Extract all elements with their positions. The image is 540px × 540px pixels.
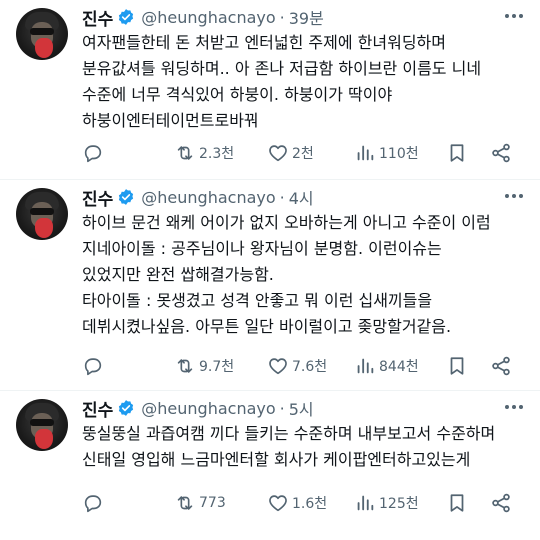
more-icon[interactable] — [502, 397, 526, 417]
verified-badge-icon — [119, 400, 134, 416]
like-button[interactable]: 2천 — [267, 141, 314, 165]
reply-button[interactable] — [82, 354, 107, 378]
action-bar: 2.3천 2천 110천 — [82, 141, 522, 165]
separator-dot: · — [279, 187, 285, 207]
retweet-button[interactable]: 9.7천 — [174, 354, 234, 378]
views-icon — [357, 495, 374, 511]
retweet-icon — [177, 359, 193, 373]
heart-icon — [269, 358, 287, 375]
tweet-feed: 진수 @heunghacnayo · 39분 여자팬들한테 돈 처받고 엔터넓힌… — [0, 0, 540, 540]
handle[interactable]: @heunghacnayo — [141, 399, 275, 418]
tweet-text: 뚱실뚱실 과즙여캠 끼다 들키는 수준하며 내부보고서 수준하며 신태일 영입해… — [82, 424, 496, 469]
reply-button[interactable] — [82, 141, 107, 165]
retweet-button[interactable]: 773 — [174, 491, 226, 515]
tweet[interactable]: 진수 @heunghacnayo · 4시 하이브 문건 왜케 어이가 없지 오… — [0, 180, 540, 391]
bookmark-icon — [450, 144, 464, 162]
bookmark-button[interactable] — [446, 354, 471, 378]
views-count: 125천 — [379, 496, 419, 512]
avatar[interactable] — [16, 399, 68, 451]
views-button[interactable]: 110천 — [354, 141, 419, 165]
tweet-header: 진수 @heunghacnayo · 5시 — [82, 395, 314, 421]
avatar[interactable] — [16, 188, 68, 240]
views-icon — [357, 145, 374, 161]
retweet-icon — [177, 146, 193, 160]
verified-badge-icon — [119, 189, 134, 205]
like-count: 1.6천 — [292, 496, 328, 512]
share-button[interactable] — [490, 141, 515, 165]
bookmark-button[interactable] — [446, 491, 471, 515]
share-icon — [492, 356, 510, 376]
like-count: 7.6천 — [292, 359, 328, 375]
tweet-text: 하이브 문건 왜케 어이가 없지 오바하는게 아니고 수준이 이럼 지네아이돌 … — [82, 213, 491, 336]
more-icon[interactable] — [502, 6, 526, 26]
share-icon — [492, 493, 510, 513]
retweet-count: 773 — [199, 495, 226, 511]
bookmark-button[interactable] — [446, 141, 471, 165]
tweet[interactable]: 진수 @heunghacnayo · 39분 여자팬들한테 돈 처받고 엔터넓힌… — [0, 0, 540, 180]
action-bar: 773 1.6천 125천 — [82, 491, 522, 515]
tweet-header: 진수 @heunghacnayo · 39분 — [82, 4, 324, 30]
views-icon — [357, 358, 374, 374]
bookmark-icon — [450, 357, 464, 375]
bookmark-icon — [450, 494, 464, 512]
reply-icon — [84, 145, 102, 163]
tweet[interactable]: 진수 @heunghacnayo · 5시 뚱실뚱실 과즙여캠 끼다 들키는 수… — [0, 391, 540, 540]
reply-icon — [84, 358, 102, 376]
views-count: 110천 — [379, 146, 419, 162]
retweet-count: 9.7천 — [199, 359, 235, 375]
handle[interactable]: @heunghacnayo — [141, 188, 275, 207]
like-button[interactable]: 7.6천 — [267, 354, 327, 378]
retweet-count: 2.3천 — [199, 146, 235, 162]
like-button[interactable]: 1.6천 — [267, 491, 327, 515]
timestamp[interactable]: 39분 — [289, 5, 324, 29]
tweet-header: 진수 @heunghacnayo · 4시 — [82, 184, 314, 210]
verified-badge-icon — [119, 9, 134, 25]
action-bar: 9.7천 7.6천 844천 — [82, 354, 522, 378]
timestamp[interactable]: 5시 — [289, 396, 314, 420]
display-name[interactable]: 진수 — [82, 5, 113, 30]
views-button[interactable]: 844천 — [354, 354, 419, 378]
timestamp[interactable]: 4시 — [289, 185, 314, 209]
heart-icon — [269, 495, 287, 512]
views-button[interactable]: 125천 — [354, 491, 419, 515]
separator-dot: · — [279, 398, 285, 418]
retweet-button[interactable]: 2.3천 — [174, 141, 234, 165]
display-name[interactable]: 진수 — [82, 185, 113, 210]
handle[interactable]: @heunghacnayo — [141, 8, 275, 27]
views-count: 844천 — [379, 359, 419, 375]
like-count: 2천 — [292, 146, 314, 162]
reply-icon — [84, 495, 102, 513]
share-button[interactable] — [490, 491, 515, 515]
avatar[interactable] — [16, 8, 68, 60]
share-button[interactable] — [490, 354, 515, 378]
tweet-text: 여자팬들한테 돈 처받고 엔터넓힌 주제에 한녀워딩하며 분유값셔틀 워딩하며.… — [82, 33, 482, 130]
heart-icon — [269, 145, 287, 162]
more-icon[interactable] — [502, 186, 526, 206]
display-name[interactable]: 진수 — [82, 396, 113, 421]
retweet-icon — [177, 496, 193, 510]
reply-button[interactable] — [82, 491, 107, 515]
share-icon — [492, 143, 510, 163]
separator-dot: · — [279, 7, 285, 27]
